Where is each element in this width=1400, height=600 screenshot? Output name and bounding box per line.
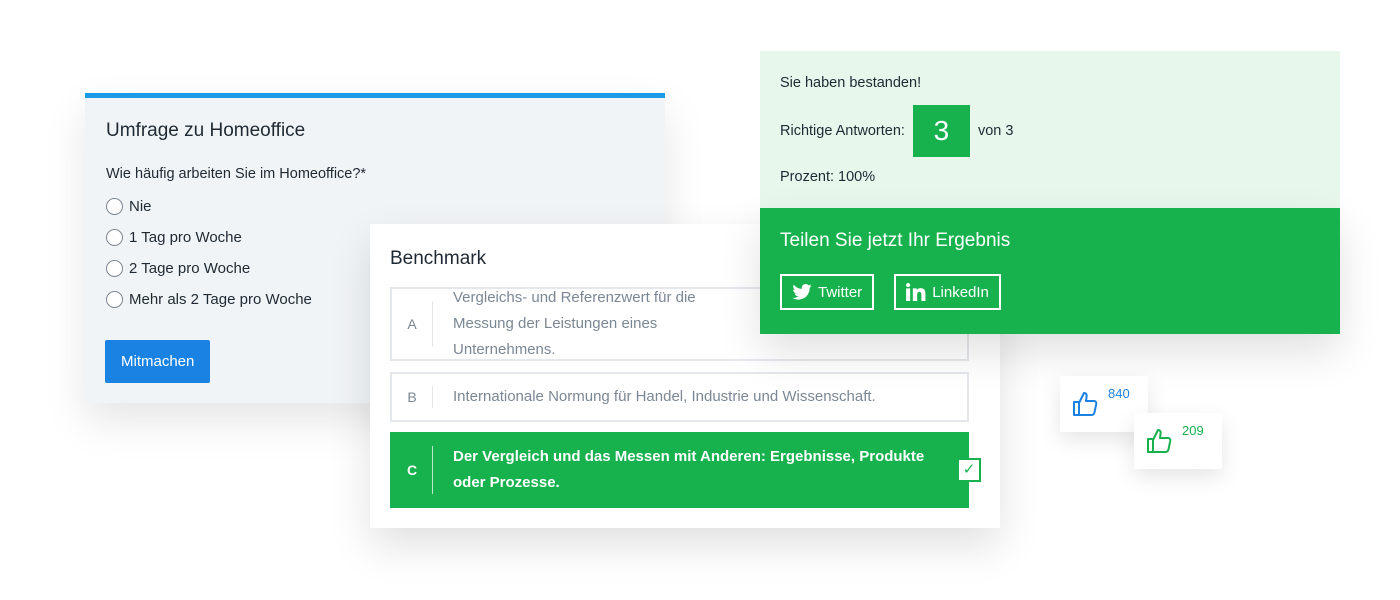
option-label: 1 Tag pro Woche <box>129 229 242 246</box>
like-counter-green[interactable]: 209 <box>1134 413 1222 469</box>
radio-button[interactable] <box>106 229 123 246</box>
passed-message: Sie haben bestanden! <box>780 75 922 91</box>
option-label: Mehr als 2 Tage pro Woche <box>129 291 312 308</box>
twitter-share-button[interactable]: Twitter <box>780 274 875 310</box>
share-title: Teilen Sie jetzt Ihr Ergebnis <box>780 230 1011 251</box>
correct-answers-label: Richtige Antworten: <box>780 123 905 139</box>
linkedin-icon <box>906 283 926 301</box>
answer-text: Vergleichs- und Referenzwert für die Mes… <box>453 289 696 358</box>
answer-letter: B <box>407 389 417 405</box>
twitter-label: Twitter <box>818 283 863 301</box>
percent-text: Prozent: 100% <box>780 169 876 185</box>
answer-text: Internationale Normung für Handel, Indus… <box>453 388 876 405</box>
share-buttons: Twitter LinkedIn <box>780 274 1001 310</box>
mitmachen-button[interactable]: Mitmachen <box>105 340 211 383</box>
thumbs-up-icon <box>1147 429 1172 453</box>
thumbs-up-icon <box>1073 392 1098 416</box>
answer-text: Der Vergleich und das Messen mit Anderen… <box>453 448 925 491</box>
survey-option-nie[interactable]: Nie <box>106 191 644 222</box>
score-badge: 3 <box>912 105 970 157</box>
linkedin-share-button[interactable]: LinkedIn <box>894 274 1001 310</box>
score-row: Richtige Antworten: 3 von 3 <box>780 105 1013 157</box>
survey-question: Wie häufig arbeiten Sie im Homeoffice?* <box>106 166 367 182</box>
answer-option-c[interactable]: C Der Vergleich und das Messen mit Ander… <box>390 432 969 508</box>
option-label: 2 Tage pro Woche <box>129 260 251 277</box>
option-label: Nie <box>129 198 152 215</box>
radio-button[interactable] <box>106 260 123 277</box>
answer-letter: A <box>407 316 417 332</box>
share-panel: Teilen Sie jetzt Ihr Ergebnis Twitter Li… <box>760 208 1340 334</box>
like-count: 840 <box>1108 386 1130 401</box>
answer-option-b[interactable]: B Internationale Normung für Handel, Ind… <box>390 372 969 422</box>
correct-checkbox-icon: ✓ <box>957 458 981 482</box>
result-panel: Sie haben bestanden! Richtige Antworten:… <box>760 51 1340 208</box>
answer-letter: C <box>406 462 418 478</box>
linkedin-label: LinkedIn <box>932 283 989 301</box>
score-total: von 3 <box>977 123 1014 139</box>
divider <box>432 446 433 494</box>
radio-button[interactable] <box>106 291 123 308</box>
survey-title: Umfrage zu Homeoffice <box>106 120 306 141</box>
radio-button[interactable] <box>106 198 123 215</box>
like-count: 209 <box>1182 423 1204 438</box>
twitter-icon <box>792 284 812 300</box>
